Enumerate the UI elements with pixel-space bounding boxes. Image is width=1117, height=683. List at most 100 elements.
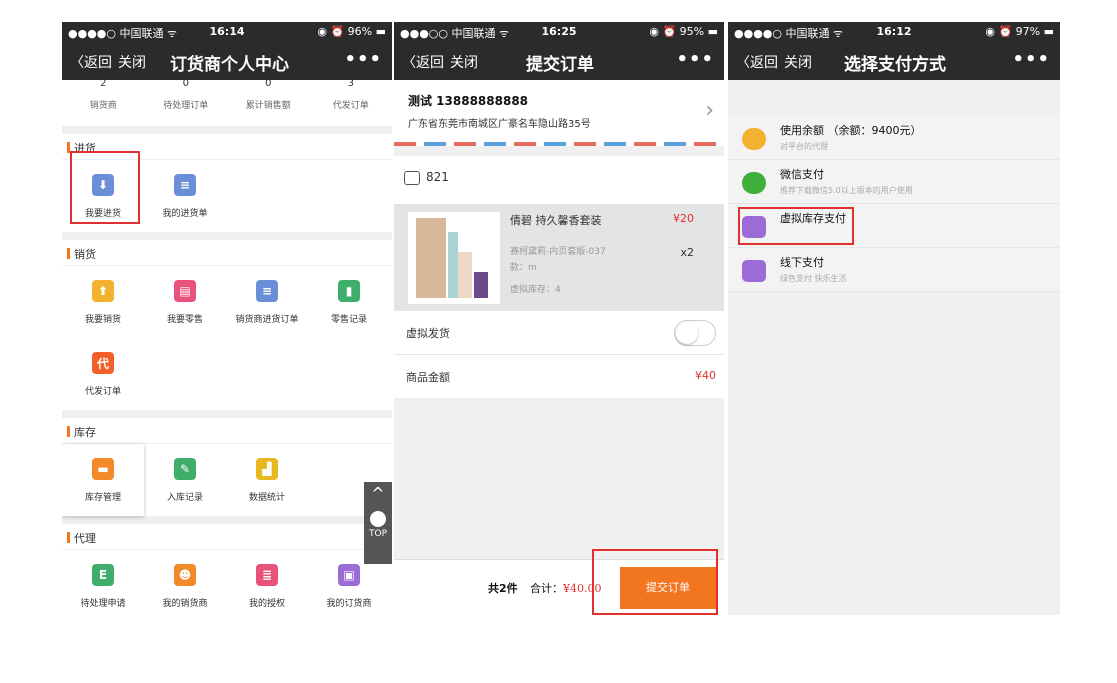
retail-button[interactable]: ▤ 我要零售 — [144, 266, 226, 338]
stock-management-button[interactable]: ▬ 库存管理 — [62, 444, 144, 516]
amount-row: 商品金额 ¥40 — [394, 354, 724, 398]
cell-label: 我的销货商 — [162, 599, 208, 609]
back-button[interactable]: 〈返回 — [70, 52, 112, 72]
close-button[interactable]: 关闭 — [784, 52, 812, 72]
retail-records-button[interactable]: ▮ 零售记录 — [308, 266, 390, 338]
my-purchase-orders-button[interactable]: ≡ 我的进货单 — [144, 160, 226, 232]
contact-card-icon: ▣ — [338, 564, 360, 586]
my-authorization-button[interactable]: ≣ 我的授权 — [226, 550, 308, 615]
wallet-icon — [742, 260, 766, 282]
edit-document-icon: ✎ — [174, 458, 196, 480]
money-bag-icon — [742, 128, 766, 150]
highlight-box — [70, 151, 140, 224]
amount-value: ¥40 — [695, 369, 716, 382]
battery-status: ◉ ⏰ 96% ▬ — [317, 25, 386, 38]
section-sales: 销货 ⬆ 我要销货 ▤ 我要零售 ≡ 销货商进货订单 ▮ 零售记录 代 代发订单 — [62, 240, 392, 410]
page-title: 订货商个人中心 — [170, 55, 289, 75]
cell-label: 入库记录 — [166, 493, 203, 503]
shop-icon — [404, 170, 420, 185]
folder-icon: ▬ — [92, 458, 114, 480]
cell-label: 库存管理 — [84, 493, 121, 503]
method-desc: 对平台的代理 — [780, 142, 828, 151]
data-statistics-button[interactable]: ▟ 数据统计 — [226, 444, 308, 516]
more-menu-button[interactable]: ••• — [1012, 49, 1050, 70]
cell-label: 我的订货商 — [326, 599, 372, 609]
amount-label: 商品金额 — [406, 371, 450, 384]
method-name: 微信支付 — [780, 168, 824, 181]
section-stock: 库存 ▬ 库存管理 ✎ 入库记录 ▟ 数据统计 — [62, 418, 392, 516]
cell-label: 待处理申请 — [80, 599, 126, 609]
scroll-top-widget[interactable]: ^ TOP — [364, 482, 392, 564]
nav-bar: 〈返回 关闭 订货商个人中心 ••• — [62, 42, 392, 80]
top-label[interactable]: TOP — [364, 529, 392, 539]
stat-sellers[interactable]: 2 销货商 — [62, 78, 145, 126]
pay-wechat-option[interactable]: 微信支付 推荐下载微信5.0以上版本的用户使用 — [728, 160, 1060, 204]
shipping-address[interactable]: 测试 13888888888 广东省东莞市南城区广豪名车隐山路35号 › — [394, 80, 724, 142]
method-name: 线下支付 — [780, 256, 824, 269]
virtual-ship-row: 虚拟发货 — [394, 310, 724, 354]
total-label: 合计：¥40.00 — [530, 580, 602, 596]
cell-label: 我要零售 — [166, 315, 203, 325]
product-image — [408, 212, 500, 304]
shop-id: 821 — [426, 170, 449, 184]
pay-offline-option[interactable]: 线下支付 绿色支付 快乐生活 — [728, 248, 1060, 292]
cell-label: 我的授权 — [248, 599, 285, 609]
section-title: 销货 — [62, 240, 392, 266]
cell-label: 零售记录 — [330, 315, 367, 325]
document-clock-icon: E — [92, 564, 114, 586]
inbox-upload-icon: ⬆ — [92, 280, 114, 302]
dai-character-icon: 代 — [92, 352, 114, 374]
method-desc: 推荐下载微信5.0以上版本的用户使用 — [780, 186, 913, 195]
method-name: 使用余额 （余额：9400元） — [780, 124, 922, 137]
virtual-ship-label: 虚拟发货 — [406, 327, 450, 340]
more-menu-button[interactable]: ••• — [344, 49, 382, 70]
agent-center-screen: ●●●●○ 中国联通 ᯤ 16:14 ◉ ⏰ 96% ▬ 〈返回 关闭 订货商个… — [62, 22, 392, 615]
close-button[interactable]: 关闭 — [450, 52, 478, 72]
product-spec: 赛柯黛莉-内页套版-037 — [510, 247, 606, 257]
seller-purchase-orders-button[interactable]: ≡ 销货商进货订单 — [226, 266, 308, 338]
stat-pending-orders[interactable]: 0 待处理订单 — [145, 78, 228, 126]
highlight-box — [738, 207, 854, 245]
product-quantity: x2 — [680, 246, 694, 259]
wechat-icon — [742, 172, 766, 194]
back-button[interactable]: 〈返回 — [402, 52, 444, 72]
close-button[interactable]: 关闭 — [118, 52, 146, 72]
back-button[interactable]: 〈返回 — [736, 52, 778, 72]
section-title: 库存 — [62, 418, 392, 444]
dropship-orders-button[interactable]: 代 代发订单 — [62, 338, 144, 410]
status-bar: ●●●○○ 中国联通 ᯤ 16:25 ◉ ⏰ 95% ▬ — [394, 22, 724, 42]
section-title: 代理 — [62, 524, 392, 550]
product-item[interactable]: 倩碧 持久馨香套装 ¥20 x2 赛柯黛莉-内页套版-037 款：m 虚拟库存：… — [394, 204, 724, 310]
product-stock: 虚拟库存：4 — [510, 285, 561, 295]
stat-label: 待处理订单 — [163, 101, 209, 111]
inbound-records-button[interactable]: ✎ 入库记录 — [144, 444, 226, 516]
more-menu-button[interactable]: ••• — [676, 49, 714, 70]
stat-total-sales[interactable]: 0 累计销售额 — [227, 78, 310, 126]
nav-bar: 〈返回 关闭 选择支付方式 ••• — [728, 42, 1060, 80]
method-desc: 绿色支付 快乐生活 — [780, 274, 847, 283]
product-name: 倩碧 持久馨香套装 — [510, 214, 602, 227]
virtual-ship-toggle[interactable] — [674, 320, 716, 346]
records-book-icon: ▮ — [338, 280, 360, 302]
highlight-box — [592, 549, 718, 615]
pending-applications-button[interactable]: E 待处理申请 — [62, 550, 144, 615]
chevron-up-icon[interactable]: ^ — [364, 484, 392, 503]
payment-method-screen: ●●●●○ 中国联通 ᯤ 16:12 ◉ ⏰ 97% ▬ 〈返回 关闭 选择支付… — [728, 22, 1060, 615]
item-count: 共2件 — [488, 582, 518, 595]
certificate-icon: ≣ — [256, 564, 278, 586]
sell-button[interactable]: ⬆ 我要销货 — [62, 266, 144, 338]
support-agent-icon[interactable] — [370, 511, 386, 527]
stat-label: 累计销售额 — [245, 101, 291, 111]
my-sellers-button[interactable]: ☻ 我的销货商 — [144, 550, 226, 615]
basket-icon: ▤ — [174, 280, 196, 302]
stat-dropship-orders[interactable]: 3 代发订单 — [310, 78, 393, 126]
section-agent: 代理 E 待处理申请 ☻ 我的销货商 ≣ 我的授权 ▣ 我的订货商 — [62, 524, 392, 615]
status-bar: ●●●●○ 中国联通 ᯤ 16:12 ◉ ⏰ 97% ▬ — [728, 22, 1060, 42]
submit-order-screen: ●●●○○ 中国联通 ᯤ 16:25 ◉ ⏰ 95% ▬ 〈返回 关闭 提交订单… — [394, 22, 724, 615]
cell-label: 数据统计 — [248, 493, 285, 503]
cell-label: 销货商进货订单 — [235, 315, 299, 325]
document-list-icon: ≡ — [174, 174, 196, 196]
nav-bar: 〈返回 关闭 提交订单 ••• — [394, 42, 724, 80]
recipient-name-phone: 测试 13888888888 — [408, 94, 529, 108]
pay-balance-option[interactable]: 使用余额 （余额：9400元） 对平台的代理 — [728, 116, 1060, 160]
